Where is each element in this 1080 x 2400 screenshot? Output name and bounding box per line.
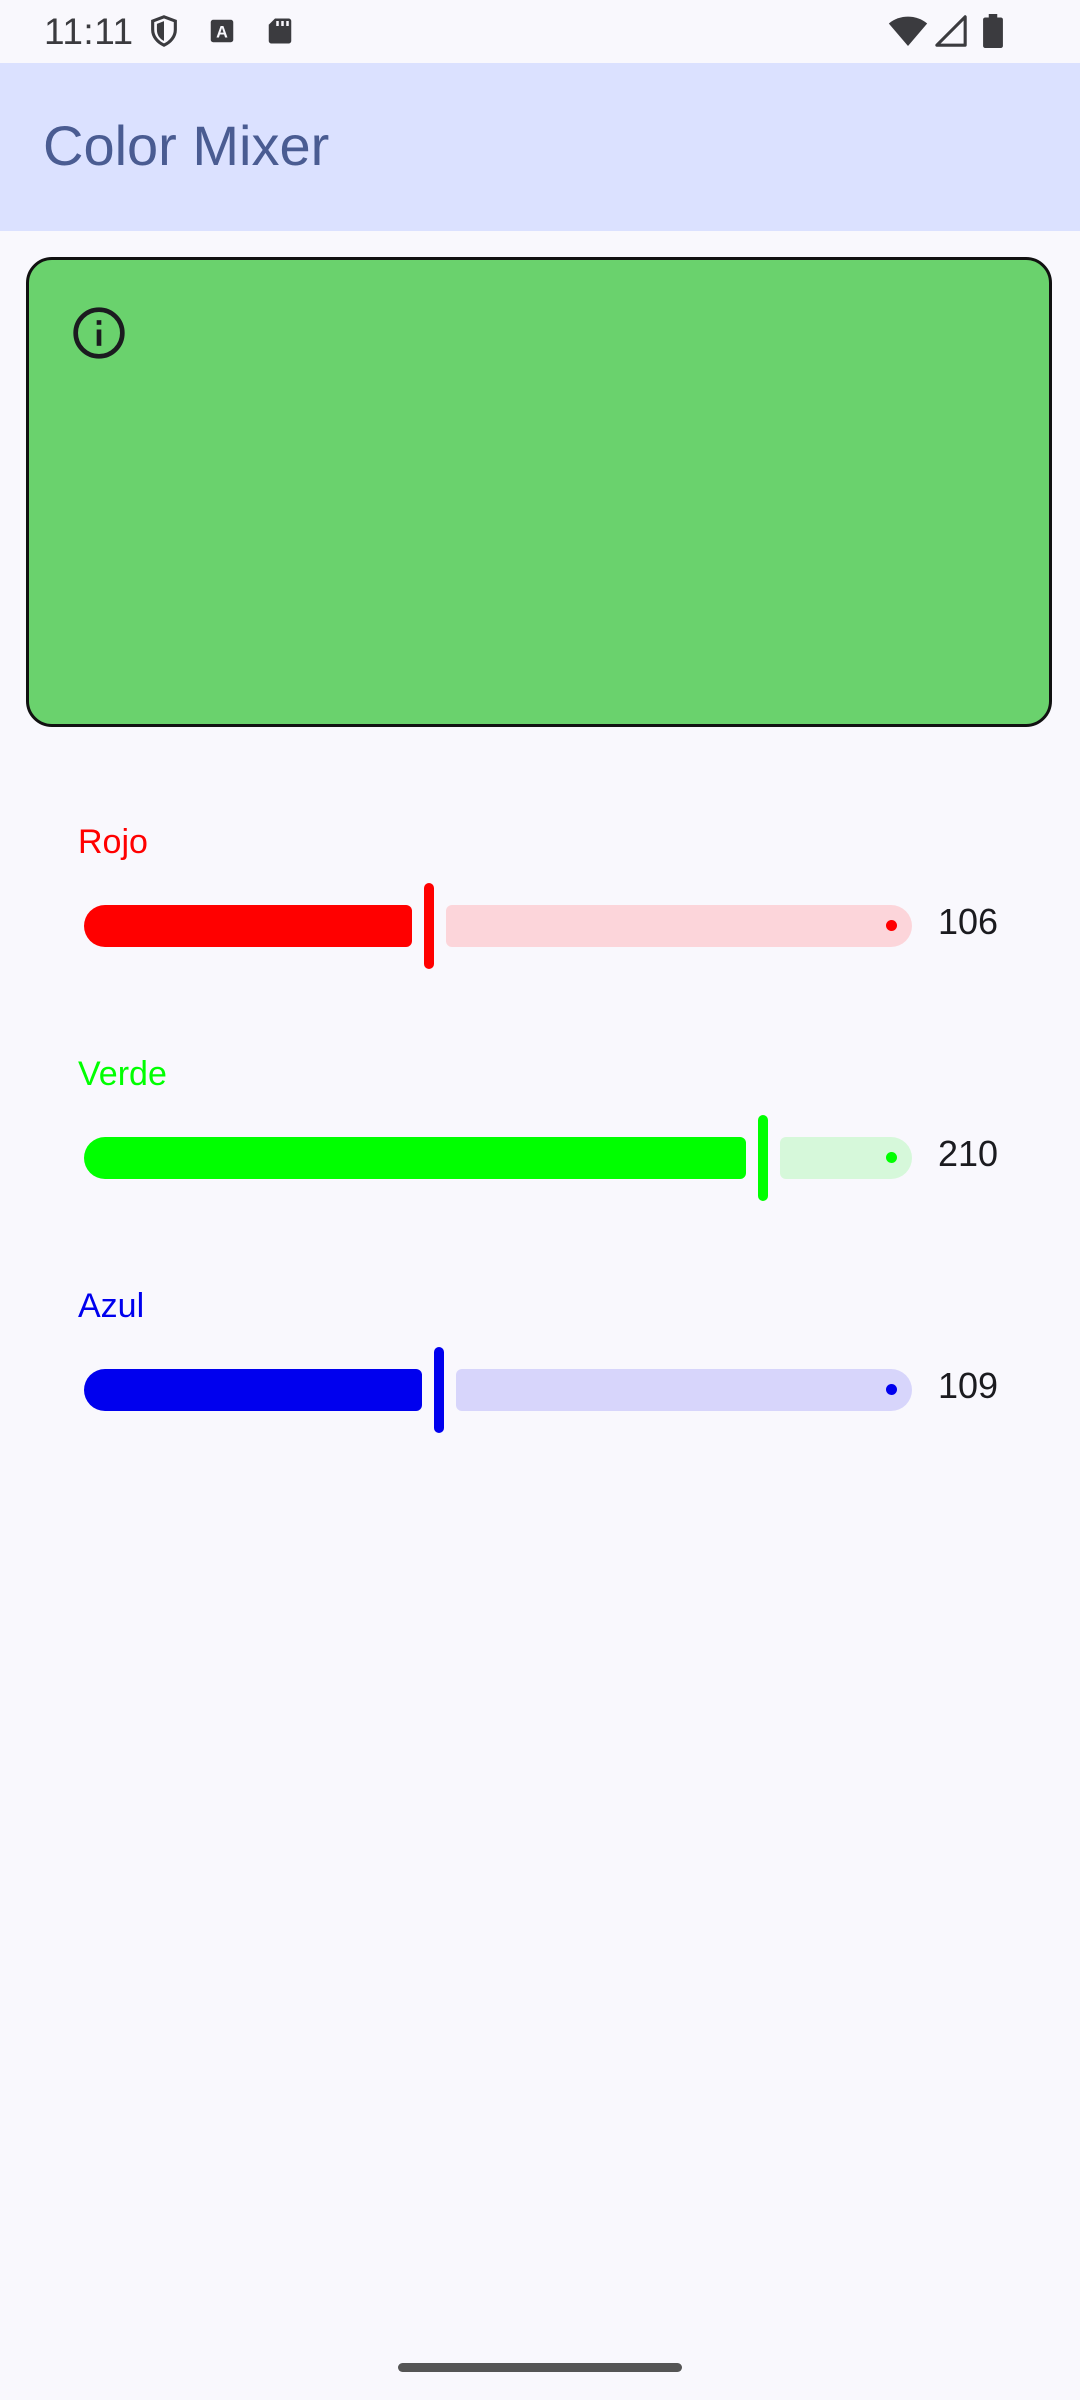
red-slider[interactable] (84, 883, 912, 969)
slider-stop-indicator (886, 1152, 897, 1163)
color-preview (26, 257, 1052, 727)
cell-signal-icon (935, 15, 967, 47)
blue-value: 109 (938, 1365, 999, 1406)
home-indicator[interactable] (398, 2363, 682, 2372)
slider-group-green: Verde 210 (0, 1055, 1080, 1205)
slider-thumb[interactable] (433, 1347, 444, 1433)
slider-label-red: Rojo (78, 823, 148, 861)
shield-icon (151, 15, 177, 47)
slider-active-track (84, 1369, 422, 1411)
text-a-icon: A (210, 19, 234, 43)
blue-slider[interactable] (84, 1347, 912, 1433)
status-time: 11:11 (44, 11, 134, 52)
battery-icon (983, 14, 1003, 48)
slider-stop-indicator (886, 1384, 897, 1395)
info-icon[interactable] (71, 305, 127, 361)
slider-active-track (84, 905, 413, 947)
slider-inactive-track (446, 905, 912, 947)
svg-text:A: A (216, 23, 228, 41)
slider-active-track (84, 1137, 746, 1179)
slider-inactive-track (455, 1369, 912, 1411)
green-slider[interactable] (84, 1115, 912, 1201)
red-value: 106 (938, 901, 999, 942)
slider-thumb[interactable] (757, 1115, 768, 1201)
app-bar: Color Mixer (0, 63, 1080, 231)
slider-stop-indicator (886, 920, 897, 931)
green-value: 210 (938, 1133, 999, 1174)
slider-group-red: Rojo 106 (0, 823, 1080, 973)
sd-card-icon (268, 18, 292, 44)
slider-group-blue: Azul 109 (0, 1287, 1080, 1437)
slider-thumb[interactable] (424, 883, 435, 969)
status-bar: 11:11 A (0, 0, 1080, 63)
app-title: Color Mixer (43, 114, 330, 177)
wifi-icon (888, 16, 928, 46)
slider-label-green: Verde (78, 1055, 167, 1093)
slider-label-blue: Azul (78, 1287, 145, 1325)
